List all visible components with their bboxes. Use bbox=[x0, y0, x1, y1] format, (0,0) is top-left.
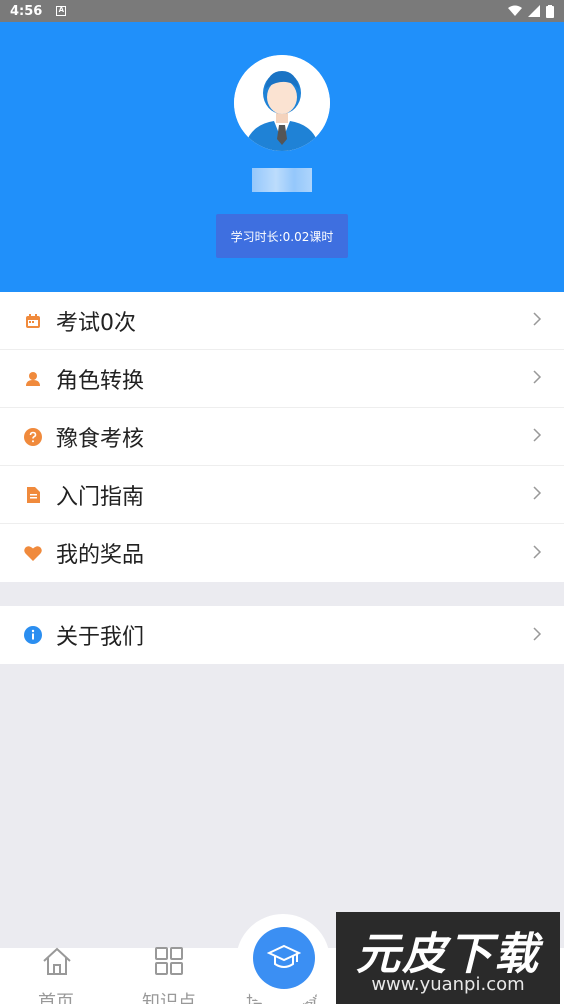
watermark-title: 元皮下载 bbox=[356, 929, 540, 980]
document-icon bbox=[24, 486, 42, 504]
chevron-right-icon bbox=[532, 544, 542, 563]
info-icon bbox=[24, 626, 42, 644]
status-time: 4:56 bbox=[10, 3, 43, 19]
chevron-right-icon bbox=[532, 626, 542, 645]
study-time-label: 学习时长:0.02课时 bbox=[230, 229, 334, 244]
home-icon bbox=[41, 946, 73, 983]
menu-item-label: 我的奖品 bbox=[56, 543, 145, 568]
notification-badge: A bbox=[56, 6, 67, 16]
menu-item-guide[interactable]: 入门指南 bbox=[0, 466, 564, 524]
menu-item-label: 考试0次 bbox=[56, 310, 136, 336]
avatar[interactable] bbox=[234, 55, 330, 151]
center-training-button[interactable] bbox=[253, 927, 315, 989]
grid-icon bbox=[154, 946, 184, 981]
status-bar: 4:56 A bbox=[0, 0, 564, 22]
menu-secondary: 关于我们 bbox=[0, 606, 564, 664]
wifi-icon bbox=[508, 5, 522, 16]
chevron-right-icon bbox=[532, 369, 542, 388]
tab-label: 首页 bbox=[38, 992, 74, 1004]
graduation-cap-icon bbox=[267, 944, 301, 968]
menu-main: 考试0次 角色转换 豫食考核 入门指南 我的奖品 bbox=[0, 292, 564, 582]
username-blurred bbox=[252, 168, 312, 192]
menu-item-label: 关于我们 bbox=[56, 625, 145, 650]
menu-item-label: 角色转换 bbox=[56, 368, 145, 394]
status-icons bbox=[508, 4, 554, 18]
tab-home[interactable]: 首页 bbox=[0, 946, 112, 1004]
question-icon bbox=[24, 427, 42, 446]
chevron-right-icon bbox=[532, 427, 542, 446]
menu-item-about[interactable]: 关于我们 bbox=[0, 606, 564, 664]
menu-item-assessment[interactable]: 豫食考核 bbox=[0, 408, 564, 466]
watermark-url: www.yuanpi.com bbox=[371, 974, 525, 995]
chevron-right-icon bbox=[532, 311, 542, 330]
menu-item-prizes[interactable]: 我的奖品 bbox=[0, 524, 564, 582]
heart-icon bbox=[24, 544, 42, 562]
chevron-right-icon bbox=[532, 485, 542, 504]
person-icon bbox=[24, 370, 42, 388]
menu-item-label: 入门指南 bbox=[56, 484, 145, 510]
user-avatar-icon bbox=[234, 55, 330, 151]
calendar-icon bbox=[24, 312, 42, 330]
tab-label: 知识点 bbox=[142, 992, 196, 1004]
menu-item-role-switch[interactable]: 角色转换 bbox=[0, 350, 564, 408]
study-time-badge: 学习时长:0.02课时 bbox=[216, 214, 348, 258]
menu-item-label: 豫食考核 bbox=[56, 426, 145, 452]
tab-knowledge[interactable]: 知识点 bbox=[113, 946, 225, 1004]
signal-icon bbox=[528, 5, 540, 17]
battery-icon bbox=[546, 4, 554, 18]
watermark: 元皮下载 www.yuanpi.com bbox=[336, 912, 560, 1004]
profile-header: 学习时长:0.02课时 bbox=[0, 22, 564, 292]
menu-item-exams[interactable]: 考试0次 bbox=[0, 292, 564, 350]
